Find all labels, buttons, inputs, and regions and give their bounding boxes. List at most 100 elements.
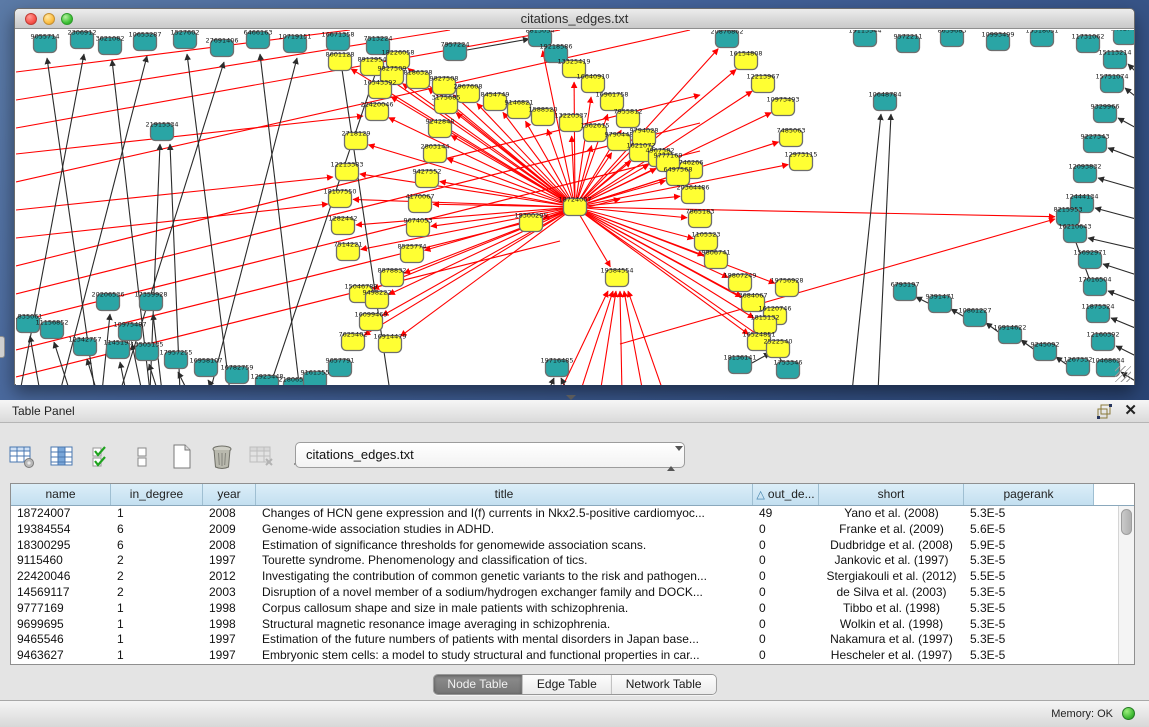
float-panel-icon[interactable] [1097, 404, 1113, 419]
citation-network-graph[interactable]: 9055714230691236210821065328715276022769… [16, 30, 1134, 385]
column-header-name[interactable]: name [11, 484, 111, 505]
graph-node-yellow[interactable]: 16543392 [363, 79, 396, 99]
graph-node-teal[interactable]: 12093832 [1068, 163, 1101, 183]
graph-node-yellow[interactable]: 7514221 [334, 241, 363, 261]
graph-node-teal[interactable]: 9227343 [1081, 133, 1110, 153]
graph-node-teal[interactable]: 19716485 [540, 357, 573, 377]
show-columns-icon[interactable] [48, 443, 76, 471]
graph-node-teal[interactable]: 10653287 [128, 31, 161, 51]
graph-node-teal[interactable]: 17359928 [134, 291, 167, 311]
graph-node-yellow[interactable]: 7865183 [686, 208, 715, 228]
graph-node-yellow[interactable]: 2718129 [342, 130, 371, 150]
graph-node-yellow[interactable]: 2522540 [764, 338, 793, 358]
graph-node-teal[interactable]: 7957224 [441, 41, 470, 61]
graph-node-teal[interactable]: 11875324 [1081, 303, 1114, 323]
graph-node-teal[interactable]: 12342757 [68, 336, 101, 356]
table-row[interactable]: 977716911998Corpus callosum shape and si… [11, 601, 1117, 617]
graph-node-teal[interactable]: 1267332 [1064, 356, 1093, 376]
graph-node-teal[interactable]: 16210643 [1058, 223, 1091, 243]
black-edge[interactable] [1118, 118, 1134, 130]
vertical-scrollbar[interactable] [1118, 506, 1134, 664]
graph-node-teal[interactable]: 20206536 [91, 291, 124, 311]
graph-node-yellow[interactable]: 9427552 [413, 168, 442, 188]
black-edge[interactable] [260, 54, 300, 385]
graph-node-yellow[interactable]: 16640910 [576, 73, 609, 93]
network-canvas[interactable]: 9055714230691236210821065328715276022769… [16, 30, 1134, 385]
black-edge[interactable] [1128, 64, 1134, 76]
graph-node-teal[interactable]: 19113544 [848, 30, 881, 47]
select-all-columns-icon[interactable] [88, 443, 116, 471]
graph-node-teal[interactable]: 6466163 [244, 30, 273, 49]
graph-node-yellow[interactable]: 12213383 [330, 161, 363, 181]
graph-node-yellow[interactable]: 8878832 [378, 267, 407, 287]
red-edge[interactable] [620, 291, 622, 385]
graph-node-teal[interactable]: 10719151 [278, 33, 311, 53]
tab-edge-table[interactable]: Edge Table [523, 675, 612, 694]
graph-node-teal[interactable]: 1145190 [104, 339, 133, 359]
graph-node-yellow[interactable]: 4170067 [406, 193, 435, 213]
graph-node-teal[interactable]: 27691406 [205, 37, 238, 57]
tab-network-table[interactable]: Network Table [612, 675, 716, 694]
column-header-title[interactable]: title [256, 484, 753, 505]
graph-node-yellow[interactable]: 7485063 [777, 127, 806, 147]
red-edge[interactable] [456, 113, 575, 207]
red-edge[interactable] [451, 136, 575, 207]
table-select-dropdown[interactable]: citations_edges.txt [295, 442, 685, 468]
graph-node-yellow[interactable]: 9242848 [426, 118, 455, 138]
table-row[interactable]: 911546021997Tourette syndrome. Phenomeno… [11, 553, 1117, 569]
table-row[interactable]: 1456911722003Disruption of a novel membe… [11, 585, 1117, 601]
red-edge[interactable] [575, 207, 764, 310]
splitter-handle-icon[interactable] [566, 395, 576, 400]
graph-node-yellow[interactable]: 16099469 [354, 311, 387, 331]
graph-node-teal[interactable]: 15318031 [1025, 30, 1058, 47]
table-row[interactable]: 1872400712008Changes of HCN gene express… [11, 506, 1117, 522]
table-row[interactable]: 1938455462009Genome-wide association stu… [11, 522, 1117, 538]
memory-ok-indicator-icon[interactable] [1122, 707, 1135, 720]
graph-node-teal[interactable]: 17957255 [159, 349, 192, 369]
graph-node-teal[interactable]: 3621082 [96, 35, 125, 55]
scrollbar-thumb[interactable] [1121, 509, 1132, 535]
red-edge[interactable] [580, 291, 613, 385]
delete-columns-icon[interactable] [208, 443, 236, 471]
table-row[interactable]: 946362711997Embryonic stem cells: a mode… [11, 648, 1117, 664]
graph-node-yellow[interactable]: 8525774 [398, 243, 427, 263]
black-edge[interactable] [1111, 318, 1134, 330]
graph-node-yellow[interactable]: 1105323 [692, 231, 721, 251]
graph-node-yellow[interactable]: 9806741 [702, 249, 731, 269]
graph-node-teal[interactable]: 16914622 [993, 324, 1026, 344]
graph-node-yellow[interactable]: 19384554 [600, 267, 633, 287]
column-header-out-de-[interactable]: △ out_de... [753, 484, 819, 505]
graph-node-teal[interactable]: 1753346 [774, 359, 803, 379]
table-row[interactable]: 2242004622012Investigating the contribut… [11, 569, 1117, 585]
column-header-in-degree[interactable]: in_degree [111, 484, 203, 505]
graph-node-yellow[interactable]: 18107550 [323, 188, 356, 208]
graph-node-yellow[interactable]: 20364486 [676, 184, 709, 204]
graph-node-teal[interactable]: 9161355 [301, 369, 330, 386]
black-edge[interactable] [1103, 264, 1134, 276]
graph-node-yellow[interactable]: 3175685 [432, 94, 461, 114]
black-edge[interactable] [1098, 178, 1134, 190]
hidden-panel-handle[interactable] [0, 336, 5, 358]
red-edge[interactable] [447, 159, 575, 207]
graph-node-teal[interactable]: 16671358 [321, 31, 354, 51]
graph-node-yellow[interactable]: 7625402 [339, 331, 368, 351]
graph-node-teal[interactable]: 11156852 [35, 319, 68, 339]
graph-node-yellow[interactable]: 18807249 [723, 272, 756, 292]
unselect-all-columns-icon[interactable] [128, 443, 156, 471]
graph-node-teal[interactable]: 9462744 [1111, 30, 1134, 45]
table-row[interactable]: 1830029562008Estimation of significance … [11, 538, 1117, 554]
black-edge[interactable] [852, 114, 881, 385]
column-header-short[interactable]: short [819, 484, 964, 505]
graph-node-teal[interactable]: 1527602 [171, 30, 200, 49]
graph-node-teal[interactable]: 16958107 [189, 357, 222, 377]
graph-node-teal[interactable]: 9329966 [1091, 103, 1120, 123]
black-edge[interactable] [1095, 208, 1134, 220]
graph-node-teal[interactable]: 10648784 [868, 91, 901, 111]
graph-node-yellow[interactable]: 7955812 [614, 108, 643, 128]
graph-node-teal[interactable]: 10993499 [981, 31, 1014, 51]
close-panel-icon[interactable]: ✕ [1124, 402, 1137, 420]
graph-node-teal[interactable]: 21915334 [145, 121, 178, 141]
graph-node-yellow[interactable]: 10973493 [766, 96, 799, 116]
graph-node-teal[interactable]: 9055714 [31, 33, 60, 53]
graph-node-teal[interactable]: 6793197 [891, 281, 920, 301]
